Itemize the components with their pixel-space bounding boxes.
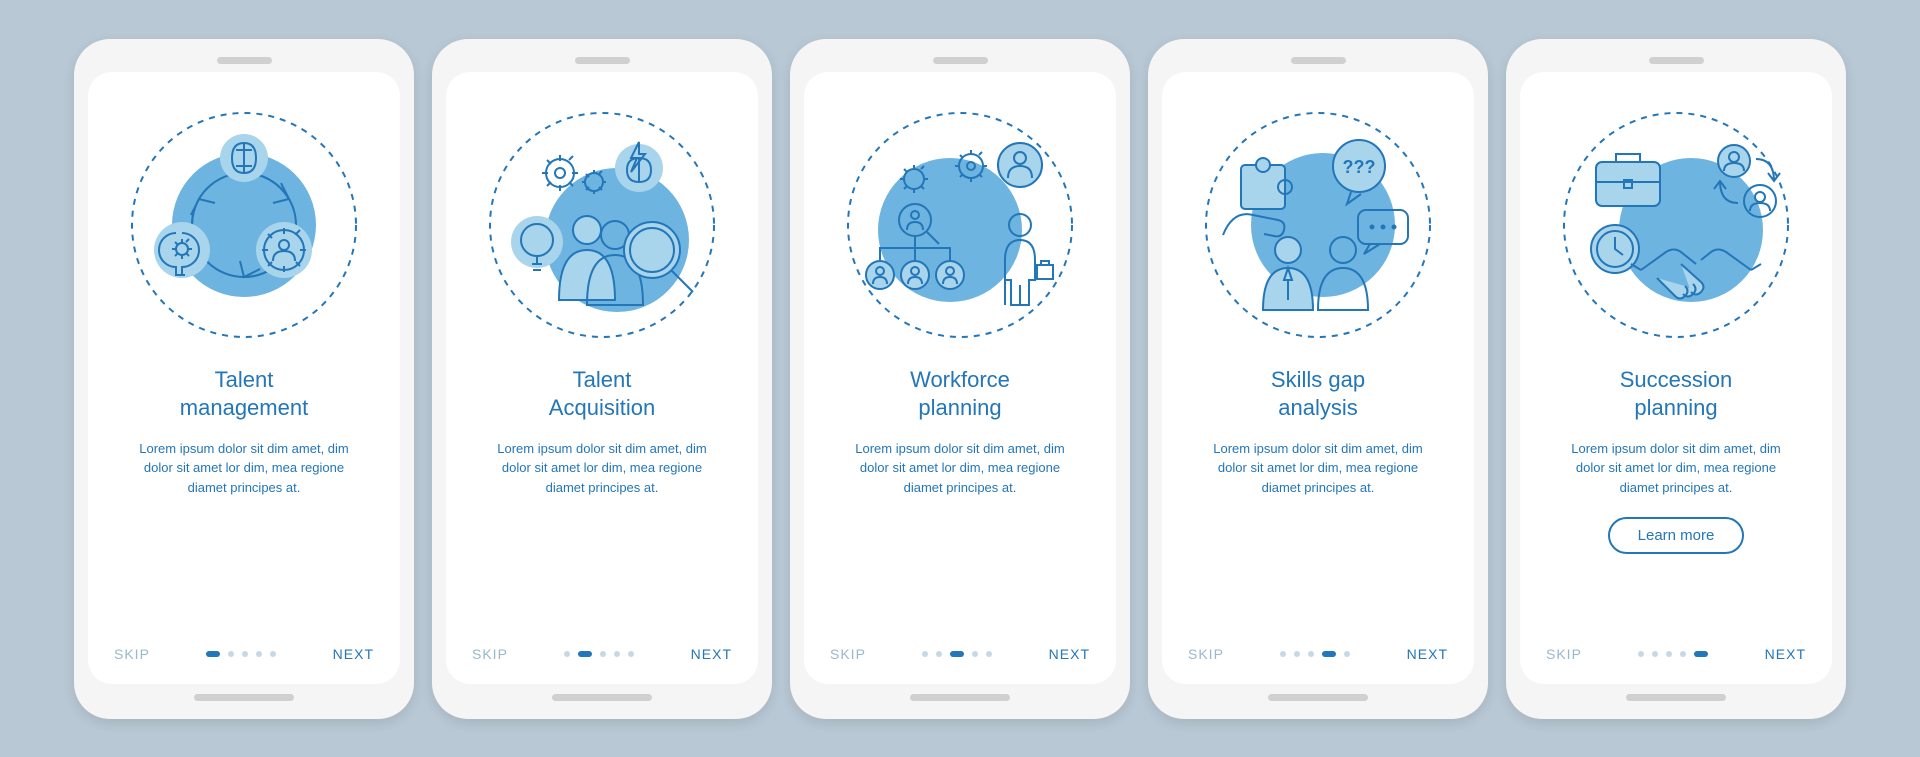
page-indicator	[922, 651, 992, 657]
phone-home-bar	[1626, 694, 1726, 701]
skip-button[interactable]: SKIP	[114, 646, 150, 662]
dot-2[interactable]	[228, 651, 234, 657]
page-indicator	[564, 651, 634, 657]
dot-2[interactable]	[1294, 651, 1300, 657]
next-button[interactable]: NEXT	[333, 646, 374, 662]
succession-planning-icon	[1561, 110, 1791, 340]
onboarding-screen-2: TalentAcquisition Lorem ipsum dolor sit …	[446, 72, 758, 684]
page-indicator	[1280, 651, 1350, 657]
workforce-planning-icon	[845, 110, 1075, 340]
dot-2[interactable]	[1652, 651, 1658, 657]
dot-1[interactable]	[1280, 651, 1286, 657]
dot-4[interactable]	[256, 651, 262, 657]
skip-button[interactable]: SKIP	[830, 646, 866, 662]
phone-speaker	[575, 57, 630, 64]
onboarding-screen-3: Workforceplanning Lorem ipsum dolor sit …	[804, 72, 1116, 684]
dot-2[interactable]	[578, 651, 592, 657]
dot-3[interactable]	[600, 651, 606, 657]
skip-button[interactable]: SKIP	[472, 646, 508, 662]
phone-home-bar	[194, 694, 294, 701]
phone-home-bar	[552, 694, 652, 701]
phone-home-bar	[1268, 694, 1368, 701]
phone-mockup: Talentmanagement Lorem ipsum dolor sit d…	[74, 39, 414, 719]
navigation-bar: SKIP NEXT	[472, 646, 732, 662]
phone-mockup: Workforceplanning Lorem ipsum dolor sit …	[790, 39, 1130, 719]
navigation-bar: SKIP NEXT	[830, 646, 1090, 662]
page-indicator	[206, 651, 276, 657]
skip-button[interactable]: SKIP	[1188, 646, 1224, 662]
screen-description: Lorem ipsum dolor sit dim amet, dim dolo…	[472, 439, 732, 498]
screen-description: Lorem ipsum dolor sit dim amet, dim dolo…	[1188, 439, 1448, 498]
dot-5[interactable]	[986, 651, 992, 657]
next-button[interactable]: NEXT	[1765, 646, 1806, 662]
dot-4[interactable]	[972, 651, 978, 657]
next-button[interactable]: NEXT	[691, 646, 732, 662]
dot-4[interactable]	[1680, 651, 1686, 657]
page-indicator	[1638, 651, 1708, 657]
onboarding-screen-1: Talentmanagement Lorem ipsum dolor sit d…	[88, 72, 400, 684]
phone-speaker	[1649, 57, 1704, 64]
onboarding-screen-5: Successionplanning Lorem ipsum dolor sit…	[1520, 72, 1832, 684]
phone-speaker	[933, 57, 988, 64]
svg-text:???: ???	[1343, 157, 1376, 177]
screen-title: Talentmanagement	[180, 366, 308, 423]
navigation-bar: SKIP NEXT	[114, 646, 374, 662]
dot-1[interactable]	[564, 651, 570, 657]
skip-button[interactable]: SKIP	[1546, 646, 1582, 662]
dot-3[interactable]	[950, 651, 964, 657]
dot-1[interactable]	[1638, 651, 1644, 657]
dot-2[interactable]	[936, 651, 942, 657]
dot-5[interactable]	[1344, 651, 1350, 657]
dot-3[interactable]	[1308, 651, 1314, 657]
dot-3[interactable]	[242, 651, 248, 657]
screen-title: Skills gapanalysis	[1271, 366, 1365, 423]
talent-acquisition-icon	[487, 110, 717, 340]
screen-description: Lorem ipsum dolor sit dim amet, dim dolo…	[1546, 439, 1806, 498]
screen-title: TalentAcquisition	[549, 366, 655, 423]
dot-1[interactable]	[206, 651, 220, 657]
dot-5[interactable]	[628, 651, 634, 657]
next-button[interactable]: NEXT	[1049, 646, 1090, 662]
navigation-bar: SKIP NEXT	[1188, 646, 1448, 662]
dot-1[interactable]	[922, 651, 928, 657]
dot-4[interactable]	[1322, 651, 1336, 657]
dot-4[interactable]	[614, 651, 620, 657]
dot-3[interactable]	[1666, 651, 1672, 657]
dot-5[interactable]	[1694, 651, 1708, 657]
screen-description: Lorem ipsum dolor sit dim amet, dim dolo…	[830, 439, 1090, 498]
learn-more-button[interactable]: Learn more	[1608, 517, 1745, 554]
screen-title: Workforceplanning	[910, 366, 1010, 423]
onboarding-screen-4: ??? Skills gapanalysis Lorem ipsum dolor…	[1162, 72, 1474, 684]
screen-title: Successionplanning	[1620, 366, 1733, 423]
screen-description: Lorem ipsum dolor sit dim amet, dim dolo…	[114, 439, 374, 498]
phone-mockup: TalentAcquisition Lorem ipsum dolor sit …	[432, 39, 772, 719]
phone-speaker	[1291, 57, 1346, 64]
phone-home-bar	[910, 694, 1010, 701]
phone-mockup: ??? Skills gapanalysis Lorem ipsum dolor…	[1148, 39, 1488, 719]
talent-management-icon	[129, 110, 359, 340]
navigation-bar: SKIP NEXT	[1546, 646, 1806, 662]
next-button[interactable]: NEXT	[1407, 646, 1448, 662]
dot-5[interactable]	[270, 651, 276, 657]
phone-speaker	[217, 57, 272, 64]
skills-gap-analysis-icon: ???	[1203, 110, 1433, 340]
phone-mockup: Successionplanning Lorem ipsum dolor sit…	[1506, 39, 1846, 719]
